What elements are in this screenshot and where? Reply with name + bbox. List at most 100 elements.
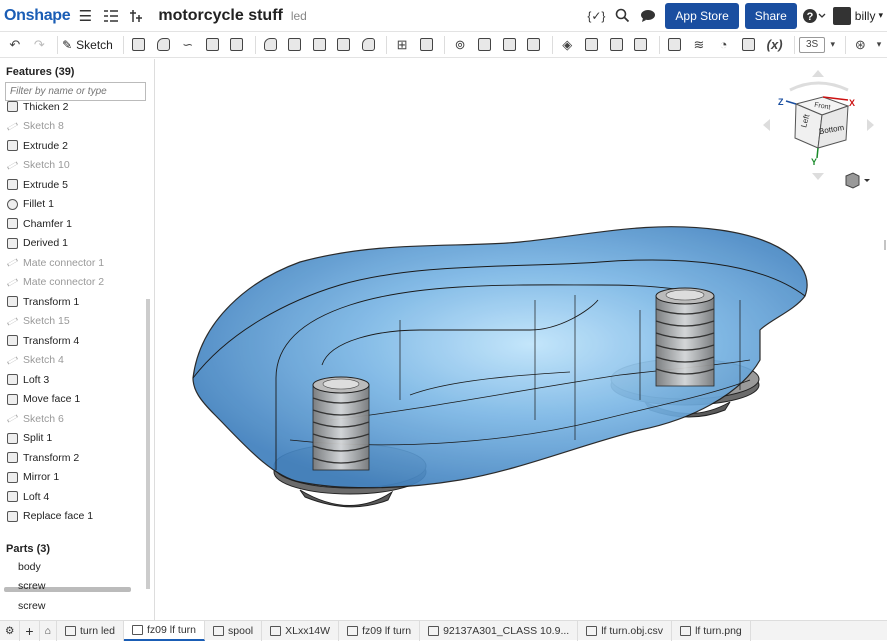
tab-manager-icon[interactable]: ⚙ — [0, 620, 21, 641]
chamfer-icon[interactable] — [284, 35, 306, 55]
feature-item[interactable]: Sketch 8 — [0, 117, 146, 137]
document-tab[interactable]: lf turn.png — [672, 620, 751, 641]
revolve-icon[interactable] — [152, 35, 174, 55]
variable-icon[interactable]: (x) — [762, 35, 787, 55]
display-mode-icon[interactable]: ⊛ — [850, 35, 872, 55]
user-menu[interactable]: billy ▾ — [832, 6, 883, 25]
feature-item[interactable]: Split 1 — [0, 429, 146, 449]
delete-part-icon[interactable] — [523, 35, 545, 55]
pattern-icon[interactable]: ⊞ — [391, 35, 413, 55]
redo-icon[interactable]: ↷ — [29, 35, 51, 55]
feature-item[interactable]: Extrude 2 — [0, 136, 146, 156]
parts-list-scrollbar[interactable] — [146, 557, 150, 573]
add-tab-icon[interactable]: + — [20, 620, 40, 641]
document-tab[interactable]: lf turn.obj.csv — [578, 620, 673, 641]
share-button[interactable]: Share — [744, 2, 797, 29]
measure-icon[interactable]: ◔ — [713, 35, 735, 55]
tab-label: 92137A301_CLASS 10.9... — [443, 624, 570, 637]
document-tab[interactable]: turn led — [57, 620, 124, 641]
thicken-icon[interactable] — [226, 35, 248, 55]
lens-body[interactable] — [192, 226, 808, 489]
feature-item[interactable]: Sketch 4 — [0, 351, 146, 371]
feature-item[interactable]: Derived 1 — [0, 234, 146, 254]
feature-icon — [7, 218, 18, 230]
part-item[interactable]: screw — [18, 596, 138, 616]
section-icon[interactable] — [737, 35, 759, 55]
view-options-button[interactable]: 3S — [799, 36, 825, 53]
feature-item[interactable]: Loft 3 — [0, 370, 146, 390]
help-icon[interactable]: ? — [801, 5, 827, 27]
tab-icon — [131, 624, 143, 635]
document-tab[interactable]: 92137A301_CLASS 10.9... — [420, 620, 579, 641]
app-store-button[interactable]: App Store — [665, 2, 739, 29]
menu-icon[interactable]: ☰ — [74, 5, 96, 27]
sketch-button[interactable]: ✎ Sketch — [62, 38, 113, 52]
feature-item[interactable]: Fillet 1 — [0, 195, 146, 215]
chevron-down-icon[interactable]: ▾ — [874, 35, 884, 55]
home-icon[interactable]: ⌂ — [40, 620, 57, 641]
feature-item[interactable]: Loft 4 — [0, 487, 146, 507]
document-tab[interactable]: fz09 lf turn — [123, 620, 206, 641]
feature-item[interactable]: Transform 4 — [0, 331, 146, 351]
feature-icon — [7, 491, 18, 503]
loft-icon[interactable] — [201, 35, 223, 55]
feature-item[interactable]: Replace face 1 — [0, 507, 146, 527]
transform-icon[interactable] — [498, 35, 520, 55]
feature-item[interactable]: Mate connector 1 — [0, 253, 146, 273]
feature-item[interactable]: Mate connector 2 — [0, 273, 146, 293]
document-tab[interactable]: spool — [205, 620, 263, 641]
sweep-icon[interactable]: ∽ — [177, 35, 199, 55]
variables-icon[interactable]: {✓} — [585, 5, 607, 27]
document-title[interactable]: motorcycle stuff — [158, 7, 282, 25]
fillet-icon[interactable] — [260, 35, 282, 55]
comments-icon[interactable] — [637, 5, 659, 27]
right-screw[interactable] — [655, 287, 715, 387]
part-item[interactable]: screw — [18, 577, 138, 597]
feature-item[interactable]: Extrude 5 — [0, 175, 146, 195]
feature-item[interactable]: Sketch 15 — [0, 312, 146, 332]
feature-label: Derived 1 — [23, 237, 68, 250]
shell-icon[interactable] — [333, 35, 355, 55]
delete-face-icon[interactable] — [581, 35, 603, 55]
onshape-logo[interactable]: Onshape — [4, 7, 71, 25]
mirror-icon[interactable] — [416, 35, 438, 55]
draft-icon[interactable] — [309, 35, 331, 55]
feature-panel: Features (39) Thicken 2 Sketch 8 Extrude 2… — [0, 59, 155, 620]
feature-item[interactable]: Move face 1 — [0, 390, 146, 410]
tab-icon — [213, 625, 225, 636]
modify-fillet-icon[interactable]: ◈ — [557, 35, 579, 55]
boolean-icon[interactable]: ⊚ — [449, 35, 471, 55]
move-face-icon[interactable] — [606, 35, 628, 55]
helix-icon[interactable]: ≋ — [688, 35, 710, 55]
split-icon[interactable] — [474, 35, 496, 55]
search-icon[interactable] — [611, 5, 633, 27]
hole-icon[interactable] — [358, 35, 380, 55]
feature-item[interactable]: Sketch 6 — [0, 409, 146, 429]
feature-label: Replace face 1 — [23, 510, 94, 523]
document-tab[interactable]: fz09 lf turn — [339, 620, 421, 641]
plane-icon[interactable] — [664, 35, 686, 55]
view-menu-icon[interactable] — [845, 172, 870, 189]
view-cube[interactable]: Front Left Bottom Z Y X — [763, 70, 874, 180]
feature-label: Mate connector 2 — [23, 276, 105, 289]
feature-item[interactable]: Sketch 10 — [0, 156, 146, 176]
undo-icon[interactable]: ↶ — [4, 35, 26, 55]
feature-item[interactable]: Transform 2 — [0, 448, 146, 468]
tab-icon — [586, 625, 598, 636]
document-workspace[interactable]: led — [291, 9, 307, 23]
feature-item[interactable]: Transform 1 — [0, 292, 146, 312]
replace-face-icon[interactable] — [630, 35, 652, 55]
insert-icon[interactable] — [126, 5, 148, 27]
feature-list-scrollbar[interactable] — [146, 299, 150, 589]
left-screw[interactable] — [312, 376, 370, 471]
document-tab[interactable]: XLxx14W — [262, 620, 340, 641]
extrude-icon[interactable] — [128, 35, 150, 55]
feature-item[interactable]: Mirror 1 — [0, 468, 146, 488]
chevron-down-icon[interactable]: ▾ — [828, 35, 838, 55]
feature-item[interactable]: Thicken 2 — [0, 97, 146, 117]
model-render[interactable]: Front Left Bottom Z Y X — [156, 59, 887, 620]
feature-list-icon[interactable] — [100, 5, 122, 27]
graphics-viewport[interactable]: Front Left Bottom Z Y X — [156, 59, 887, 620]
part-item[interactable]: body — [18, 557, 138, 577]
feature-item[interactable]: Chamfer 1 — [0, 214, 146, 234]
